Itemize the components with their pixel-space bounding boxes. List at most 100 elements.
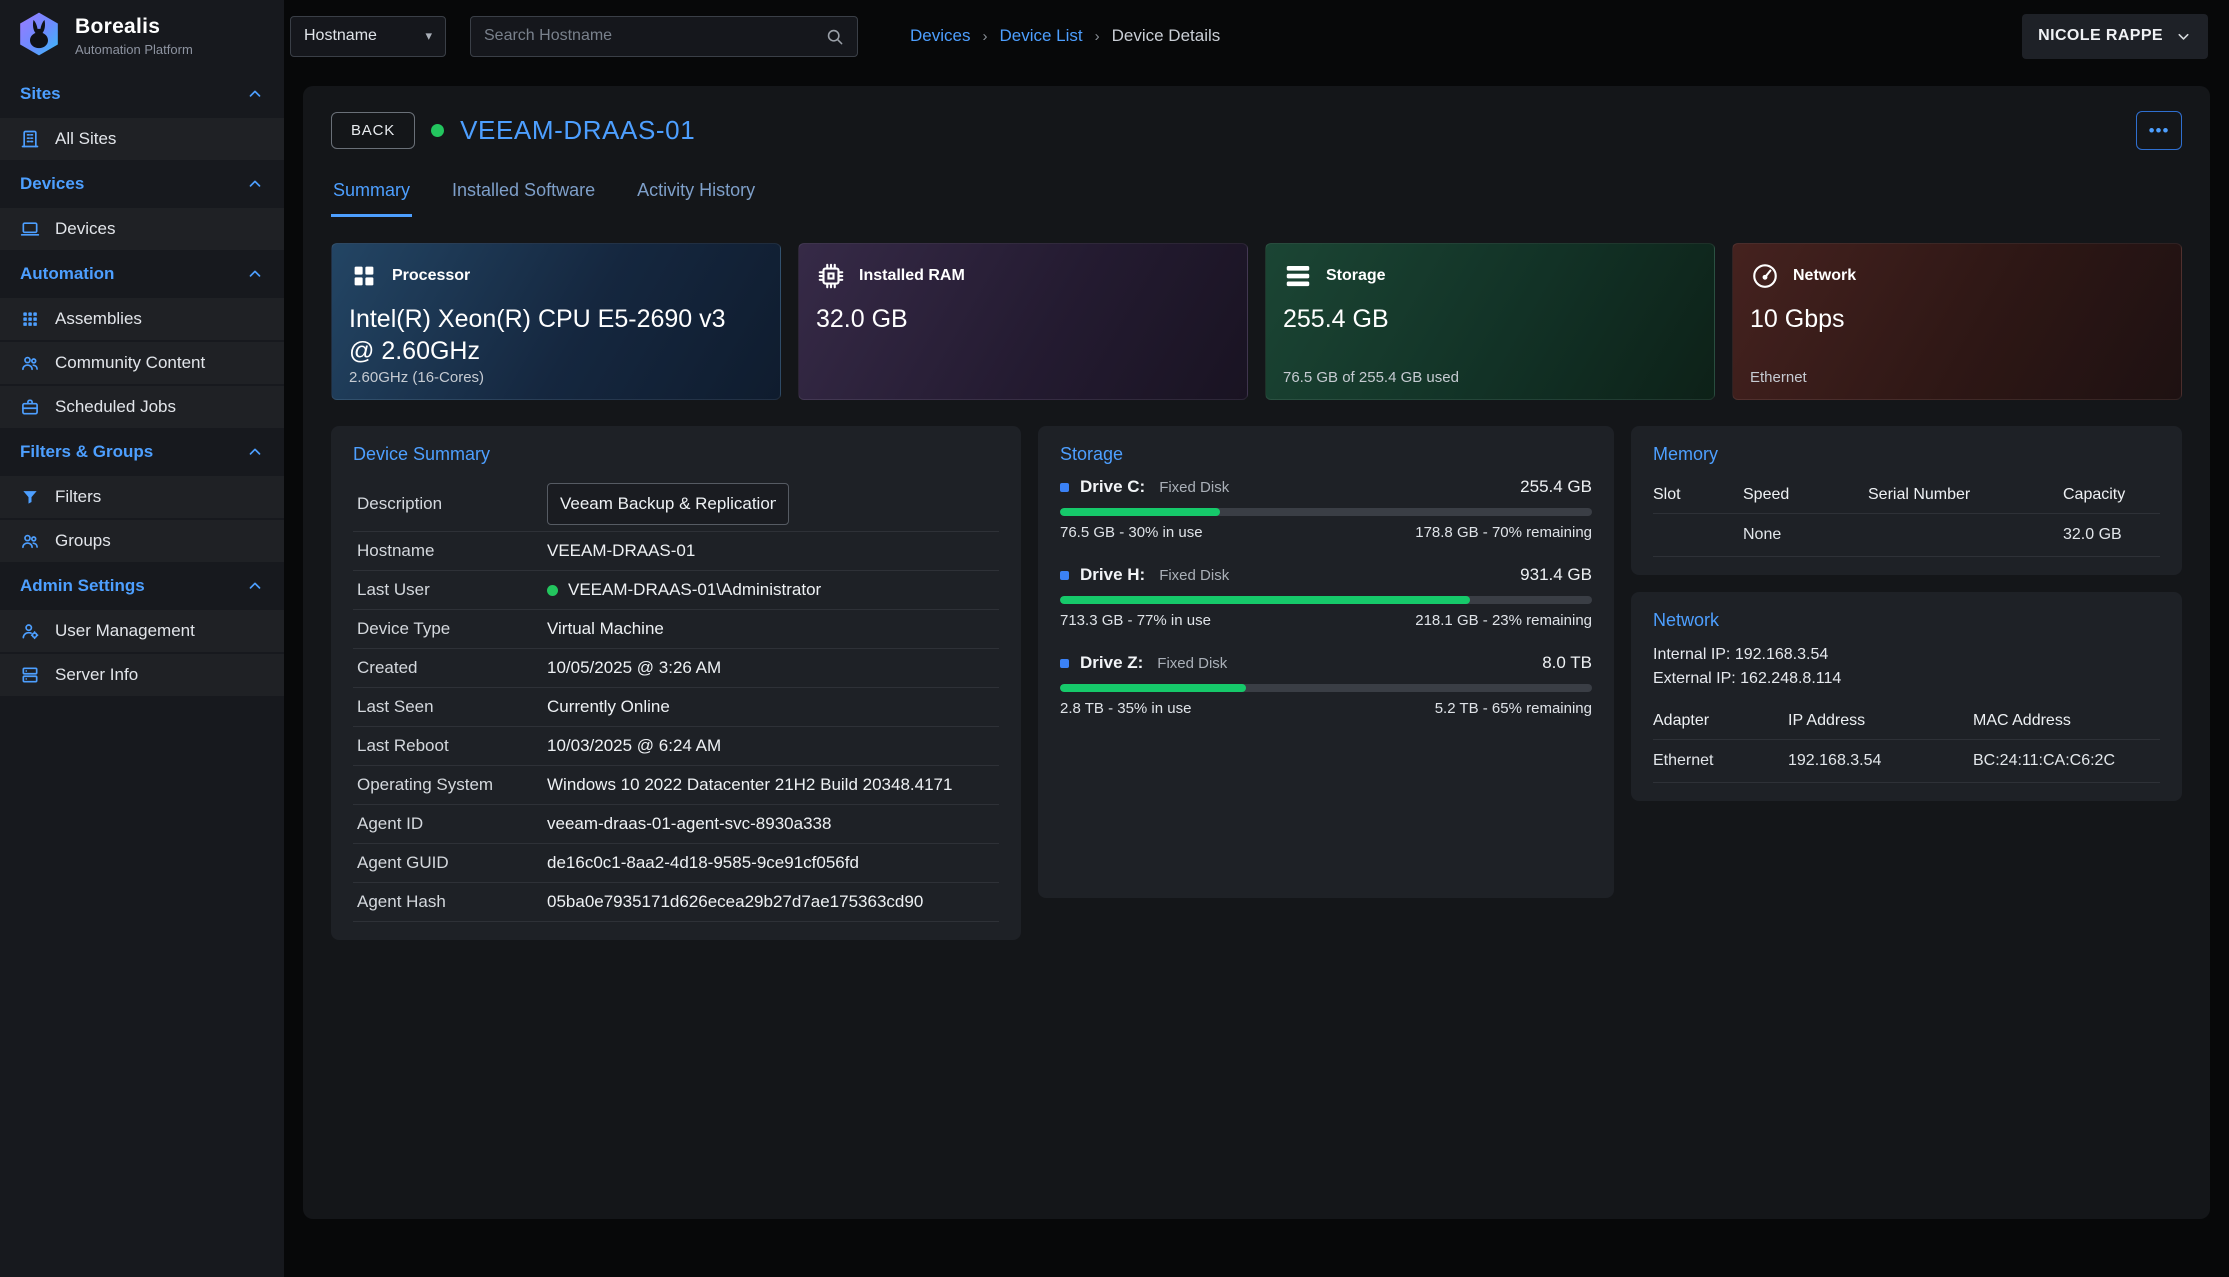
tab-bar: Summary Installed Software Activity Hist… <box>331 170 2182 217</box>
drive-row-c: Drive C: Fixed Disk 255.4 GB 76.5 GB - 3… <box>1060 477 1592 541</box>
user-menu-button[interactable]: NICOLE RAPPE <box>2022 14 2208 59</box>
grid-icon <box>20 309 40 329</box>
drive-bullet-icon <box>1060 483 1069 492</box>
section-label: Devices <box>20 174 84 194</box>
gauge-icon <box>1750 261 1780 291</box>
page-header: BACK VEEAM-DRAAS-01 ••• <box>331 111 2182 150</box>
sidebar-nav: Sites All Sites Devices <box>0 72 284 698</box>
summary-row-agent-id: Agent ID veeam-draas-01-agent-svc-8930a3… <box>353 805 999 844</box>
sidebar-item-label: Groups <box>55 531 111 551</box>
panel-title: Device Summary <box>353 444 999 465</box>
column-header: IP Address <box>1788 703 1973 740</box>
processor-footer: 2.60GHz (16-Cores) <box>349 369 484 386</box>
storage-footer: 76.5 GB of 255.4 GB used <box>1283 369 1459 386</box>
search-field-dropdown[interactable]: Hostname ▾ <box>290 16 446 57</box>
section-label: Filters & Groups <box>20 442 153 462</box>
sidebar-section-admin-settings[interactable]: Admin Settings <box>0 564 284 608</box>
summary-row-last-seen: Last Seen Currently Online <box>353 688 999 727</box>
storage-card: Storage 255.4 GB 76.5 GB of 255.4 GB use… <box>1265 243 1715 400</box>
chevron-up-icon <box>246 265 264 283</box>
chevron-up-icon <box>246 85 264 103</box>
dropdown-selected-value: Hostname <box>304 27 377 45</box>
tab-installed-software[interactable]: Installed Software <box>450 170 597 217</box>
drive-bullet-icon <box>1060 571 1069 580</box>
section-label: Admin Settings <box>20 576 145 596</box>
memory-chip-icon <box>816 261 846 291</box>
content-area: BACK VEEAM-DRAAS-01 ••• Summary Installe… <box>284 72 2229 1277</box>
breadcrumb-devices[interactable]: Devices <box>910 26 970 46</box>
sidebar: Borealis Automation Platform Sites All S… <box>0 0 284 1277</box>
summary-row-created: Created 10/05/2025 @ 3:26 AM <box>353 649 999 688</box>
network-adapter-row: Ethernet 192.168.3.54 BC:24:11:CA:C6:2C <box>1653 740 2160 783</box>
laptop-icon <box>20 219 40 239</box>
panel-title: Network <box>1653 610 2160 631</box>
sidebar-item-all-sites[interactable]: All Sites <box>0 118 284 160</box>
sidebar-item-devices[interactable]: Devices <box>0 208 284 250</box>
column-header: Serial Number <box>1868 477 2063 514</box>
column-header: MAC Address <box>1973 703 2160 740</box>
online-status-dot <box>547 585 558 596</box>
section-label: Automation <box>20 264 114 284</box>
summary-row-device-type: Device Type Virtual Machine <box>353 610 999 649</box>
drive-row-z: Drive Z: Fixed Disk 8.0 TB 2.8 TB - 35% … <box>1060 653 1592 717</box>
sidebar-item-filters[interactable]: Filters <box>0 476 284 518</box>
summary-row-last-reboot: Last Reboot 10/03/2025 @ 6:24 AM <box>353 727 999 766</box>
sidebar-section-filters-groups[interactable]: Filters & Groups <box>0 430 284 474</box>
search-icon <box>825 27 844 46</box>
sidebar-item-label: Server Info <box>55 665 138 685</box>
column-header: Capacity <box>2063 477 2160 514</box>
detail-columns: Device Summary Description Hostname VEEA… <box>331 426 2182 940</box>
summary-row-agent-guid: Agent GUID de16c0c1-8aa2-4d18-9585-9ce91… <box>353 844 999 883</box>
sidebar-item-scheduled-jobs[interactable]: Scheduled Jobs <box>0 386 284 428</box>
drive-used-text: 713.3 GB - 77% in use <box>1060 612 1211 629</box>
sidebar-item-label: Community Content <box>55 353 205 373</box>
sidebar-item-label: All Sites <box>55 129 116 149</box>
column-header: Adapter <box>1653 703 1788 740</box>
drive-remaining-text: 178.8 GB - 70% remaining <box>1415 524 1592 541</box>
processor-value: Intel(R) Xeon(R) CPU E5-2690 v3 @ 2.60GH… <box>349 304 749 367</box>
device-details-panel: BACK VEEAM-DRAAS-01 ••• Summary Installe… <box>303 86 2210 1219</box>
sidebar-item-assemblies[interactable]: Assemblies <box>0 298 284 340</box>
main-column: Hostname ▾ Devices › Device List › Devic… <box>284 0 2229 1277</box>
card-label: Processor <box>392 267 470 285</box>
memory-panel: Memory Slot Speed Serial Number Capacity <box>1631 426 2182 575</box>
description-input[interactable] <box>547 483 789 525</box>
sidebar-item-user-management[interactable]: User Management <box>0 610 284 652</box>
network-panel: Network Internal IP: 192.168.3.54 Extern… <box>1631 592 2182 801</box>
user-gear-icon <box>20 621 40 641</box>
sidebar-item-groups[interactable]: Groups <box>0 520 284 562</box>
brand-logo-block[interactable]: Borealis Automation Platform <box>0 0 284 72</box>
breadcrumb-device-list[interactable]: Device List <box>999 26 1082 46</box>
network-value: 10 Gbps <box>1750 304 2150 336</box>
sidebar-item-server-info[interactable]: Server Info <box>0 654 284 696</box>
panel-title: Storage <box>1060 444 1592 465</box>
more-options-button[interactable]: ••• <box>2136 111 2182 150</box>
tab-activity-history[interactable]: Activity History <box>635 170 757 217</box>
device-summary-panel: Device Summary Description Hostname VEEA… <box>331 426 1021 940</box>
summary-row-description: Description <box>353 477 999 532</box>
tab-summary[interactable]: Summary <box>331 170 412 217</box>
sidebar-section-automation[interactable]: Automation <box>0 252 284 296</box>
back-button[interactable]: BACK <box>331 112 415 149</box>
external-ip: External IP: 162.248.8.114 <box>1653 667 2160 691</box>
processor-card: Processor Intel(R) Xeon(R) CPU E5-2690 v… <box>331 243 781 400</box>
people-icon <box>20 353 40 373</box>
drive-row-h: Drive H: Fixed Disk 931.4 GB 713.3 GB - … <box>1060 565 1592 629</box>
network-footer: Ethernet <box>1750 369 1807 386</box>
sidebar-section-sites[interactable]: Sites <box>0 72 284 116</box>
drive-remaining-text: 5.2 TB - 65% remaining <box>1435 700 1592 717</box>
breadcrumb-current: Device Details <box>1112 26 1221 46</box>
sidebar-item-community-content[interactable]: Community Content <box>0 342 284 384</box>
building-icon <box>20 129 40 149</box>
app-root: Borealis Automation Platform Sites All S… <box>0 0 2229 1277</box>
network-table: Adapter IP Address MAC Address Ethernet … <box>1653 703 2160 783</box>
drive-used-text: 76.5 GB - 30% in use <box>1060 524 1203 541</box>
right-column: Memory Slot Speed Serial Number Capacity <box>1631 426 2182 801</box>
breadcrumb-separator: › <box>1095 28 1100 45</box>
search-input[interactable] <box>484 27 815 45</box>
internal-ip: Internal IP: 192.168.3.54 <box>1653 643 2160 667</box>
user-name: NICOLE RAPPE <box>2038 27 2163 45</box>
chevron-up-icon <box>246 577 264 595</box>
breadcrumb-separator: › <box>982 28 987 45</box>
sidebar-section-devices[interactable]: Devices <box>0 162 284 206</box>
